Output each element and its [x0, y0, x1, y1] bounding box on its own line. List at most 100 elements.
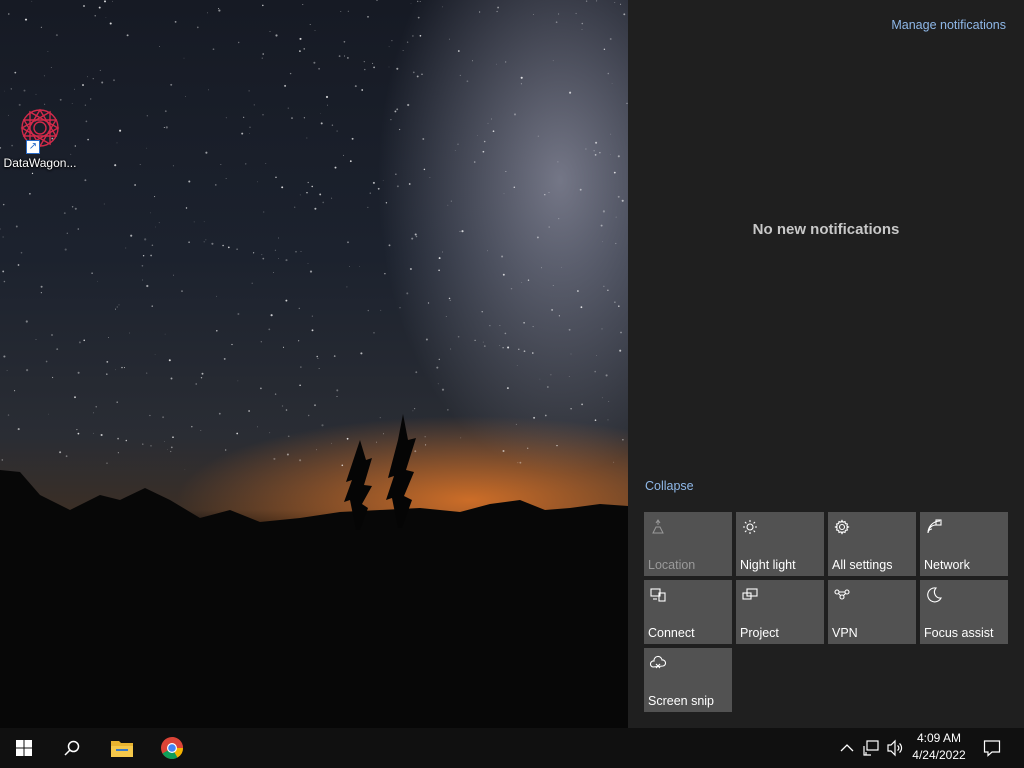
network-icon[interactable]: [862, 739, 880, 757]
tile-screen-snip[interactable]: Screen snip: [644, 648, 732, 712]
star: [215, 184, 217, 186]
manage-notifications-link[interactable]: Manage notifications: [891, 18, 1006, 32]
star: [282, 346, 285, 348]
star: [540, 267, 543, 269]
star: [486, 250, 488, 252]
action-center-button[interactable]: [972, 728, 1012, 768]
star: [236, 248, 238, 250]
star: [106, 373, 108, 375]
star: [208, 89, 209, 91]
star: [43, 75, 45, 77]
star: [507, 346, 510, 349]
star: [349, 266, 350, 267]
star: [382, 180, 384, 181]
tile-vpn[interactable]: VPN: [828, 580, 916, 644]
star: [309, 23, 311, 26]
chevron-up-icon[interactable]: [838, 739, 856, 757]
star: [483, 345, 486, 347]
star: [593, 150, 595, 152]
star: [351, 137, 354, 140]
star: [359, 265, 360, 267]
star: [163, 126, 165, 129]
tile-label: Connect: [648, 626, 695, 640]
star: [306, 192, 308, 194]
volume-icon[interactable]: [886, 739, 904, 757]
search-icon: [64, 740, 80, 756]
star: [2, 236, 4, 238]
tile-location[interactable]: Location: [644, 512, 732, 576]
star: [97, 280, 98, 282]
star: [14, 71, 17, 74]
star: [277, 257, 279, 259]
star: [502, 273, 505, 276]
star: [174, 20, 177, 23]
star: [450, 200, 452, 202]
search-button[interactable]: [48, 728, 96, 768]
star: [422, 138, 425, 140]
star: [159, 46, 160, 47]
collapse-link[interactable]: Collapse: [645, 479, 694, 493]
star: [336, 389, 339, 392]
tile-connect[interactable]: Connect: [644, 580, 732, 644]
star: [299, 384, 301, 387]
star: [581, 22, 584, 25]
star: [51, 334, 53, 336]
star: [231, 343, 233, 346]
star: [414, 233, 417, 236]
star: [314, 29, 316, 31]
star: [313, 61, 316, 64]
star: [103, 203, 105, 205]
star: [77, 371, 80, 374]
star: [262, 4, 264, 7]
star: [245, 163, 247, 165]
desktop-icon-datawagon[interactable]: ↗ DataWagon...: [2, 106, 78, 170]
star: [320, 122, 323, 125]
star: [558, 315, 560, 317]
location-icon: [652, 519, 664, 534]
chrome-icon: [161, 737, 183, 759]
star: [487, 122, 489, 124]
star: [384, 273, 386, 275]
tile-network[interactable]: Network: [920, 512, 1008, 576]
chrome-button[interactable]: [148, 728, 196, 768]
tile-all-settings[interactable]: All settings: [828, 512, 916, 576]
star: [441, 388, 445, 391]
star: [146, 284, 149, 288]
tile-focus-assist[interactable]: Focus assist: [920, 580, 1008, 644]
star: [610, 154, 611, 155]
star: [311, 329, 314, 332]
start-button[interactable]: [0, 728, 48, 768]
mountain-silhouette: [0, 414, 628, 728]
star: [396, 108, 399, 111]
star: [309, 270, 313, 273]
star: [496, 10, 498, 13]
star: [423, 168, 426, 171]
star: [373, 66, 375, 69]
star: [298, 340, 300, 342]
star: [50, 67, 52, 69]
taskbar: 4:09 AM 4/24/2022: [0, 728, 1024, 768]
star: [4, 90, 5, 92]
star: [188, 180, 191, 183]
file-explorer-button[interactable]: [98, 728, 146, 768]
star: [544, 194, 546, 196]
star: [501, 255, 504, 258]
clock[interactable]: 4:09 AM 4/24/2022: [906, 730, 972, 764]
star: [299, 50, 301, 52]
star: [437, 383, 439, 385]
star: [491, 118, 492, 120]
star: [445, 316, 447, 318]
star: [249, 126, 251, 129]
star: [581, 29, 583, 30]
star: [144, 238, 147, 241]
tile-project[interactable]: Project: [736, 580, 824, 644]
star: [555, 21, 558, 24]
star: [142, 255, 145, 257]
tile-label: Night light: [740, 558, 796, 572]
star: [85, 120, 88, 123]
night-light-icon: [743, 520, 757, 534]
tile-night-light[interactable]: Night light: [736, 512, 824, 576]
star: [311, 315, 313, 317]
star: [417, 16, 420, 19]
star: [284, 84, 287, 87]
